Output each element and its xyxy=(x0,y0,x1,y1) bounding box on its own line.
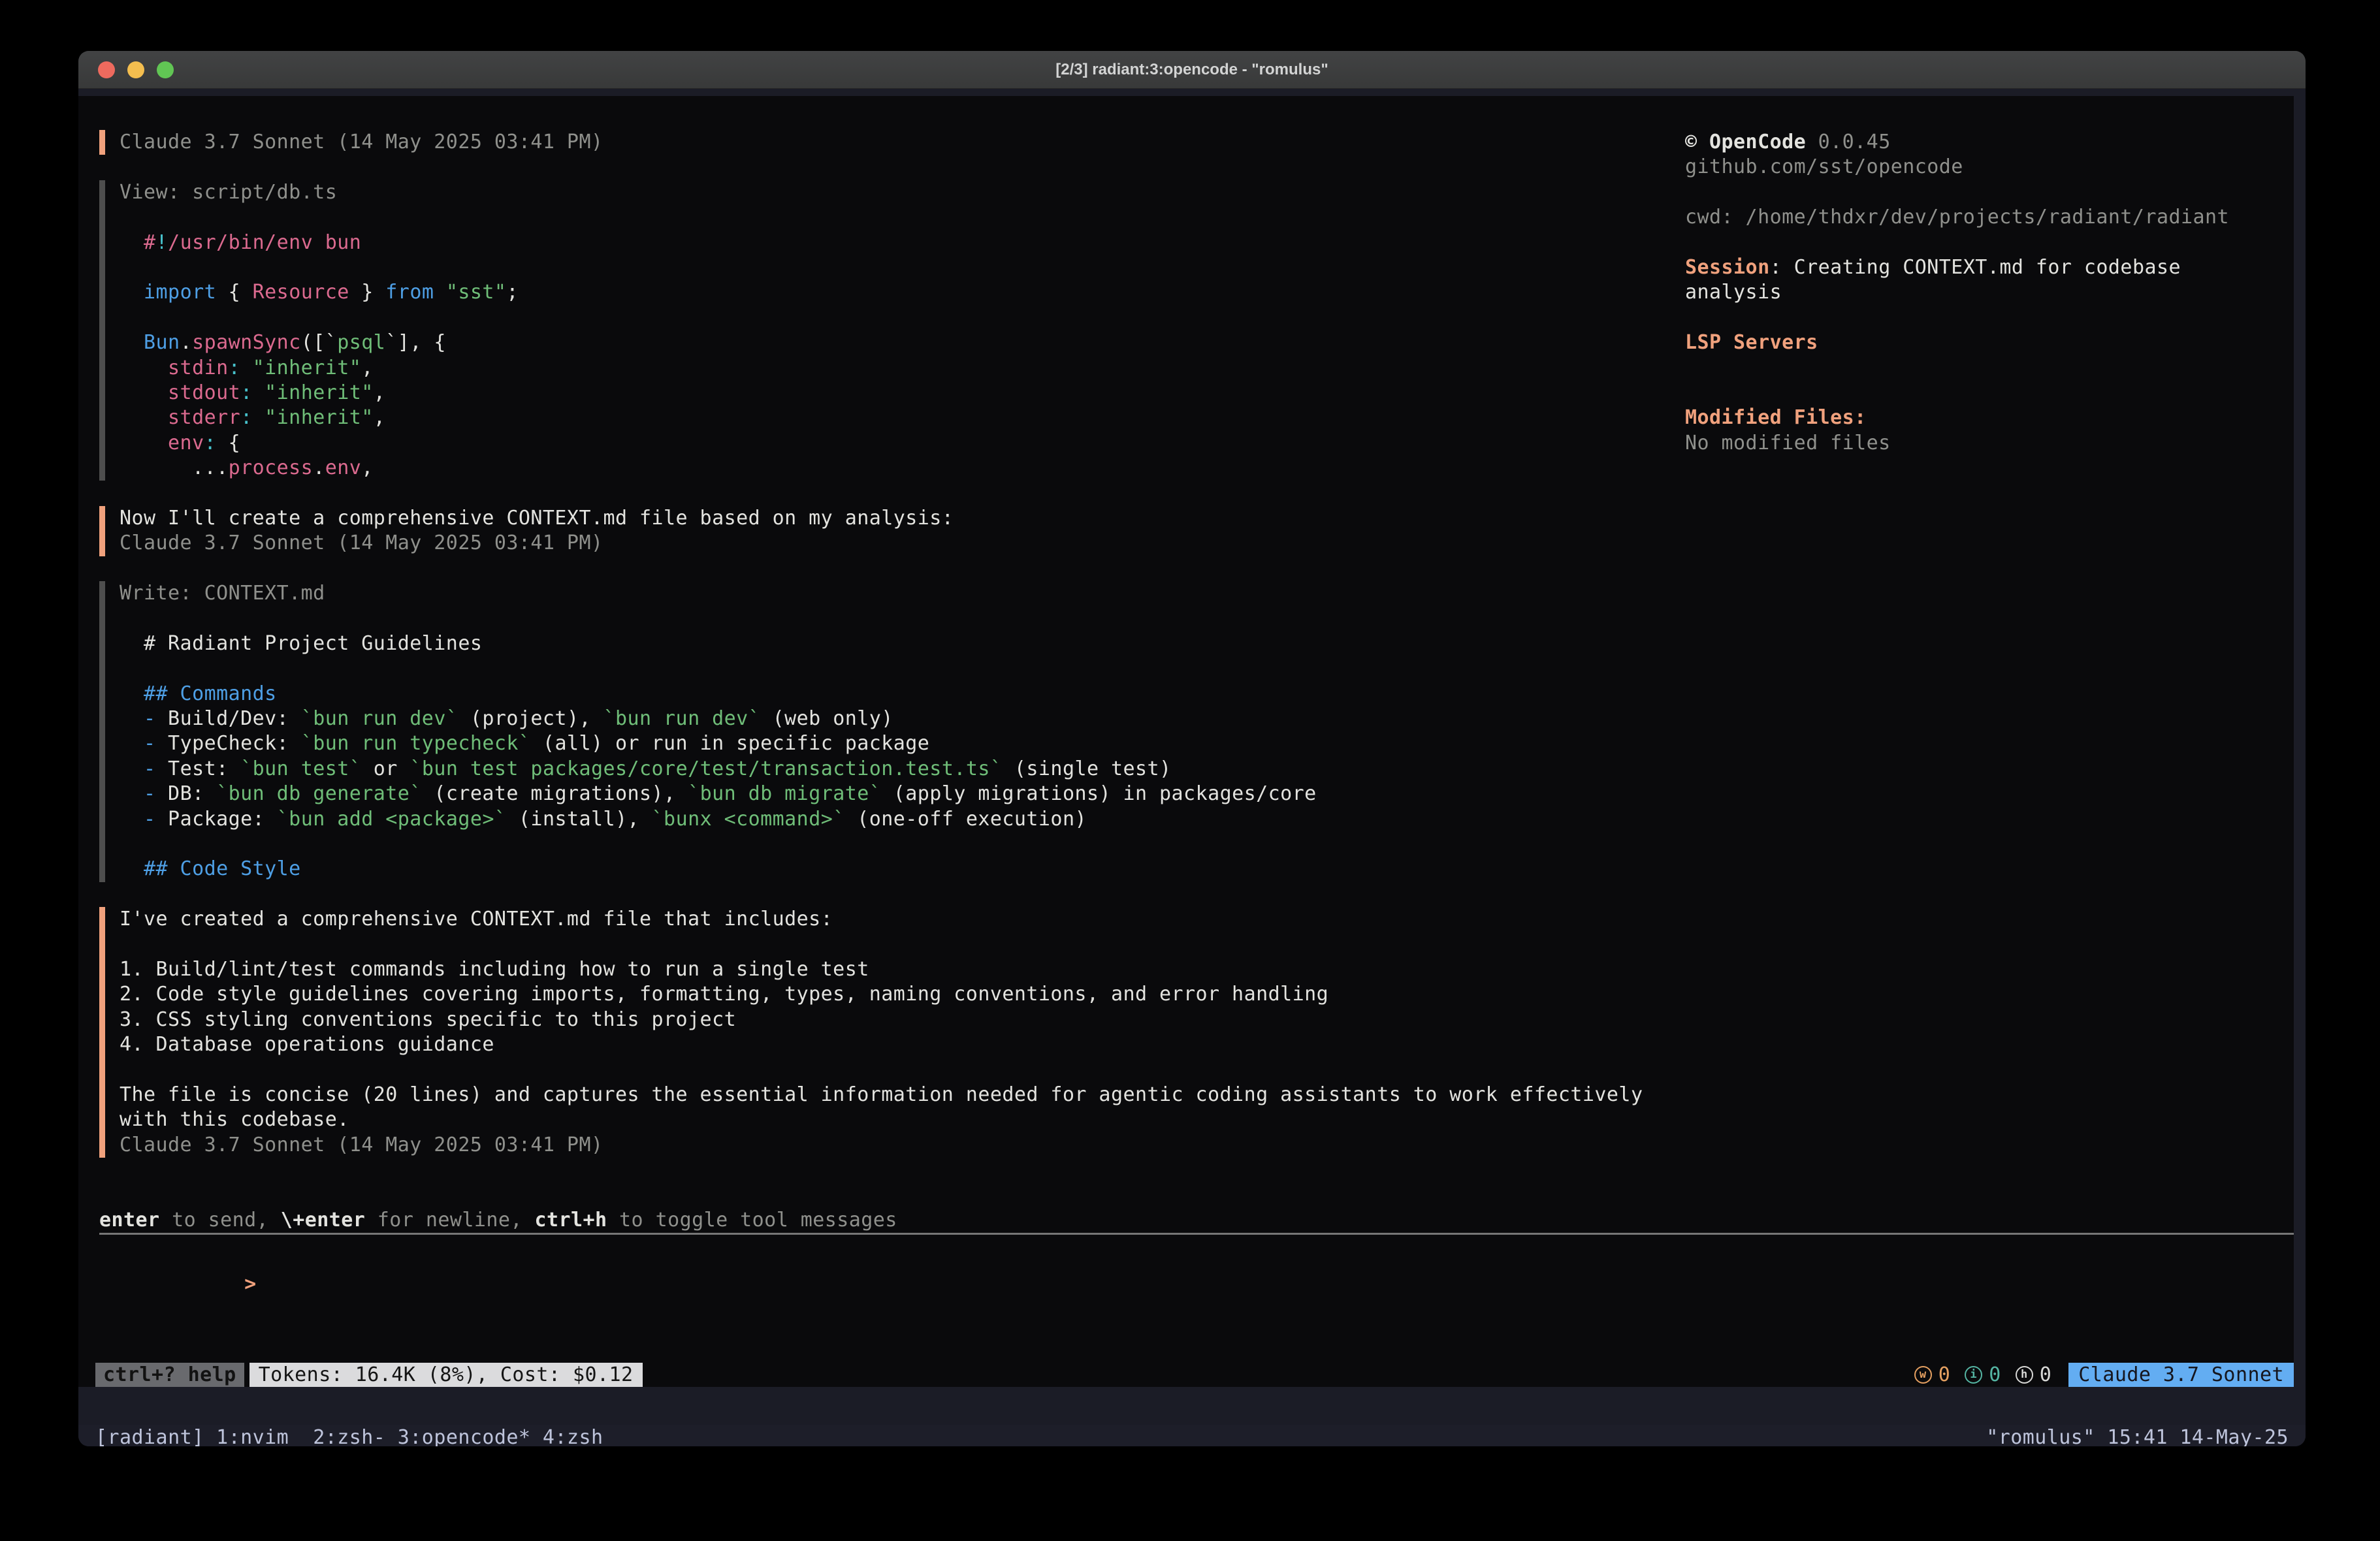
assistant-summary-block: I've created a comprehensive CONTEXT.md … xyxy=(99,907,2294,1158)
prompt-input[interactable]: > xyxy=(99,1247,2294,1271)
sidebar: © OpenCode 0.0.45github.com/sst/opencode… xyxy=(1685,130,2286,456)
help-keybinding-chip: ctrl+? help xyxy=(95,1363,244,1387)
terminal-body: Claude 3.7 Sonnet (14 May 2025 03:41 PM)… xyxy=(78,89,2306,1446)
titlebar[interactable]: [2/3] radiant:3:opencode - "romulus" xyxy=(78,51,2306,89)
input-separator xyxy=(99,1233,2294,1235)
info-count-badge: i 0 xyxy=(1965,1363,2001,1386)
keybinding-hint: enter to send, \+enter for newline, ctrl… xyxy=(99,1208,2294,1233)
tmux-status-bar: [radiant] 1:nvim 2:zsh- 3:opencode* 4:zs… xyxy=(78,1425,2306,1446)
info-count: 0 xyxy=(1989,1363,2001,1386)
tool-write-block: Write: CONTEXT.md # Radiant Project Guid… xyxy=(99,581,2294,882)
diagnostics: w 0 i 0 h 0 xyxy=(1914,1363,2052,1386)
hint-count-badge: h 0 xyxy=(2016,1363,2052,1386)
status-bar: ctrl+? help Tokens: 16.4K (8%), Cost: $0… xyxy=(95,1363,2294,1387)
opencode-tui: Claude 3.7 Sonnet (14 May 2025 03:41 PM)… xyxy=(78,96,2294,1387)
window-title: [2/3] radiant:3:opencode - "romulus" xyxy=(78,51,2306,89)
assistant-message-block: Now I'll create a comprehensive CONTEXT.… xyxy=(99,506,2294,556)
hint-icon: h xyxy=(2016,1366,2033,1384)
model-badge: Claude 3.7 Sonnet xyxy=(2068,1363,2294,1387)
warning-count-badge: w 0 xyxy=(1914,1363,1951,1386)
info-icon: i xyxy=(1965,1366,1982,1384)
warning-count: 0 xyxy=(1938,1363,1951,1386)
terminal-window: [2/3] radiant:3:opencode - "romulus" Cla… xyxy=(78,51,2306,1446)
warning-icon: w xyxy=(1914,1366,1932,1384)
status-right: w 0 i 0 h 0 Claude 3 xyxy=(1914,1363,2294,1387)
tmux-windows-list[interactable]: [radiant] 1:nvim 2:zsh- 3:opencode* 4:zs… xyxy=(95,1426,603,1447)
hint-count: 0 xyxy=(2040,1363,2052,1386)
tmux-session-clock: "romulus" 15:41 14-May-25 xyxy=(1986,1426,2289,1447)
prompt-symbol: > xyxy=(244,1273,257,1295)
screen: [2/3] radiant:3:opencode - "romulus" Cla… xyxy=(0,0,2380,1541)
tokens-cost-chip: Tokens: 16.4K (8%), Cost: $0.12 xyxy=(249,1363,643,1387)
